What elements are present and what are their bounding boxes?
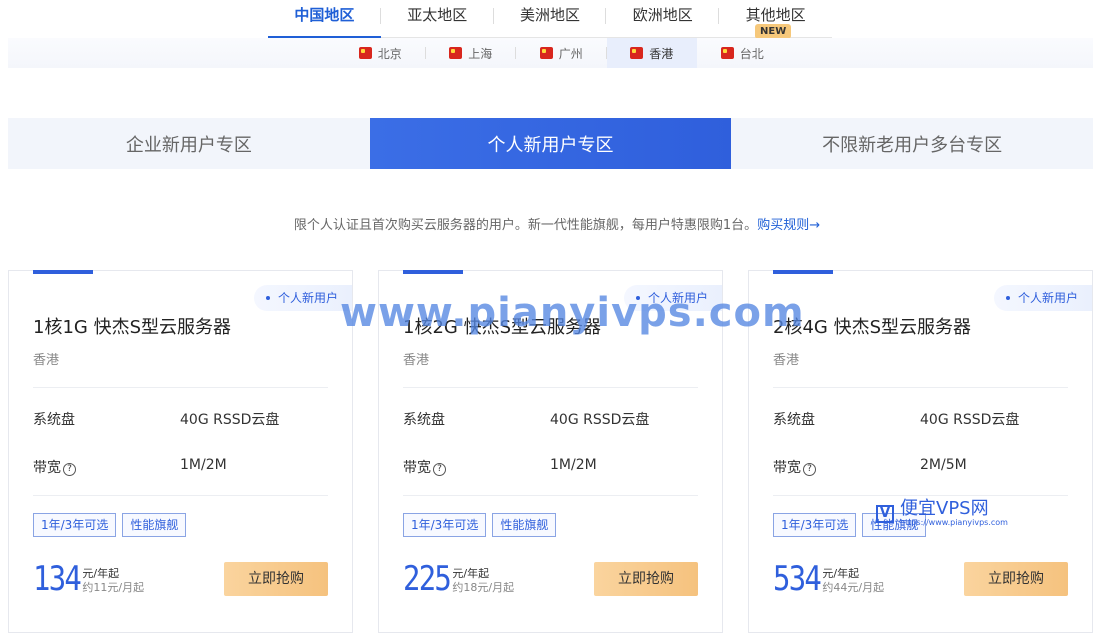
tab-city-shanghai[interactable]: 上海: [426, 38, 516, 68]
city-tabs: 北京 上海 广州 香港 台北: [335, 38, 788, 68]
china-flag-icon: [539, 47, 553, 59]
price-value: 134: [33, 559, 82, 599]
tab-city-taipei[interactable]: 台北: [697, 38, 788, 68]
tab-region-americas[interactable]: 美洲地区: [494, 0, 607, 37]
user-tag-badge: 个人新用户: [253, 285, 352, 311]
tab-region-europe[interactable]: 欧洲地区: [606, 0, 720, 37]
product-card: 个人新用户 1核1G 快杰S型云服务器 香港 系统盘 40G RSSD云盘 带宽…: [8, 270, 353, 633]
feature-chip: 1年/3年可选: [773, 513, 857, 537]
spec-bandwidth: 带宽? 2M/5M: [773, 457, 1068, 477]
divider: [773, 387, 1068, 388]
region-tabs: 中国地区 亚太地区 美洲地区 欧洲地区 其他地区: [268, 0, 832, 38]
user-tag-badge: 个人新用户: [993, 285, 1092, 311]
feature-chip: 性能旗舰: [122, 513, 187, 537]
page: 中国地区 亚太地区 美洲地区 欧洲地区 其他地区 NEW 北京 上海 广州 香港…: [0, 0, 1114, 633]
card-accent-bar: [773, 270, 833, 274]
tab-region-apac[interactable]: 亚太地区: [381, 0, 494, 37]
product-card: 个人新用户 2核4G 快杰S型云服务器 香港 系统盘 40G RSSD云盘 带宽…: [748, 270, 1093, 633]
spec-disk: 系统盘 40G RSSD云盘: [403, 409, 698, 429]
spec-label: 带宽?: [403, 457, 446, 477]
user-tag-badge: 个人新用户: [623, 285, 722, 311]
divider: [773, 495, 1068, 496]
product-title: 1核1G 快杰S型云服务器: [33, 317, 231, 338]
price-monthly: 约18元/月起: [452, 581, 515, 594]
spec-disk: 系统盘 40G RSSD云盘: [773, 409, 1068, 429]
spec-bandwidth: 带宽? 1M/2M: [33, 457, 328, 477]
tab-city-guangzhou[interactable]: 广州: [516, 38, 607, 68]
china-flag-icon: [720, 47, 734, 59]
product-card: 个人新用户 1核2G 快杰S型云服务器 香港 系统盘 40G RSSD云盘 带宽…: [378, 270, 723, 633]
card-accent-bar: [403, 270, 463, 274]
spec-value: 40G RSSD云盘: [180, 412, 280, 428]
price: 534 元/年起 约44元/月起: [773, 560, 884, 598]
price-unit: 元/年起 约11元/月起: [82, 567, 145, 594]
zone-description: 限个人认证且首次购买云服务器的用户。新一代性能旗舰，每用户特惠限购1台。购买规则…: [0, 214, 1114, 233]
china-flag-icon: [358, 47, 372, 59]
tab-zone-personal[interactable]: 个人新用户专区: [369, 118, 732, 169]
tab-zone-unlimited[interactable]: 不限新老用户多台专区: [731, 118, 1093, 169]
spec-label: 系统盘: [403, 412, 445, 428]
tab-city-hongkong[interactable]: 香港: [606, 38, 697, 68]
price-unit: 元/年起 约18元/月起: [452, 567, 515, 594]
china-flag-icon: [630, 47, 644, 59]
divider: [403, 495, 698, 496]
zone-tabs: 企业新用户专区 个人新用户专区 不限新老用户多台专区: [8, 118, 1093, 169]
feature-chip: 1年/3年可选: [33, 513, 117, 537]
buy-button[interactable]: 立即抢购: [964, 562, 1068, 596]
tab-region-china[interactable]: 中国地区: [268, 0, 381, 38]
price-value: 534: [773, 559, 822, 599]
feature-chip: 性能旗舰: [492, 513, 557, 537]
spec-value: 2M/5M: [920, 457, 967, 473]
new-badge: NEW: [755, 24, 792, 39]
china-flag-icon: [449, 47, 463, 59]
product-location: 香港: [403, 353, 430, 368]
price: 134 元/年起 约11元/月起: [33, 560, 144, 598]
spec-value: 40G RSSD云盘: [920, 412, 1020, 428]
price-unit: 元/年起 约44元/月起: [822, 567, 885, 594]
tab-city-beijing[interactable]: 北京: [335, 38, 426, 68]
product-title: 2核4G 快杰S型云服务器: [773, 317, 971, 338]
divider: [33, 495, 328, 496]
help-icon[interactable]: ?: [433, 463, 446, 476]
spec-bandwidth: 带宽? 1M/2M: [403, 457, 698, 477]
spec-value: 1M/2M: [180, 457, 227, 473]
feature-chip: 1年/3年可选: [403, 513, 487, 537]
feature-chips: 1年/3年可选 性能旗舰: [773, 513, 927, 537]
divider: [33, 387, 328, 388]
feature-chips: 1年/3年可选 性能旗舰: [33, 513, 187, 537]
price-value: 225: [403, 559, 452, 599]
product-location: 香港: [33, 353, 60, 368]
description-text: 限个人认证且首次购买云服务器的用户。新一代性能旗舰，每用户特惠限购1台。: [293, 218, 758, 233]
spec-disk: 系统盘 40G RSSD云盘: [33, 409, 328, 429]
help-icon[interactable]: ?: [803, 463, 816, 476]
spec-label: 系统盘: [773, 412, 815, 428]
product-location: 香港: [773, 353, 800, 368]
product-title: 1核2G 快杰S型云服务器: [403, 317, 601, 338]
spec-label: 带宽?: [33, 457, 76, 477]
spec-value: 40G RSSD云盘: [550, 412, 650, 428]
card-accent-bar: [33, 270, 93, 274]
price-monthly: 约11元/月起: [82, 581, 145, 594]
help-icon[interactable]: ?: [63, 463, 76, 476]
price: 225 元/年起 约18元/月起: [403, 560, 514, 598]
feature-chip: 性能旗舰: [862, 513, 927, 537]
spec-label: 系统盘: [33, 412, 75, 428]
feature-chips: 1年/3年可选 性能旗舰: [403, 513, 557, 537]
purchase-rules-link[interactable]: 购买规则→: [757, 218, 820, 233]
spec-label: 带宽?: [773, 457, 816, 477]
buy-button[interactable]: 立即抢购: [224, 562, 328, 596]
tab-zone-enterprise[interactable]: 企业新用户专区: [8, 118, 370, 169]
divider: [403, 387, 698, 388]
price-monthly: 约44元/月起: [822, 581, 885, 594]
spec-value: 1M/2M: [550, 457, 597, 473]
buy-button[interactable]: 立即抢购: [594, 562, 698, 596]
